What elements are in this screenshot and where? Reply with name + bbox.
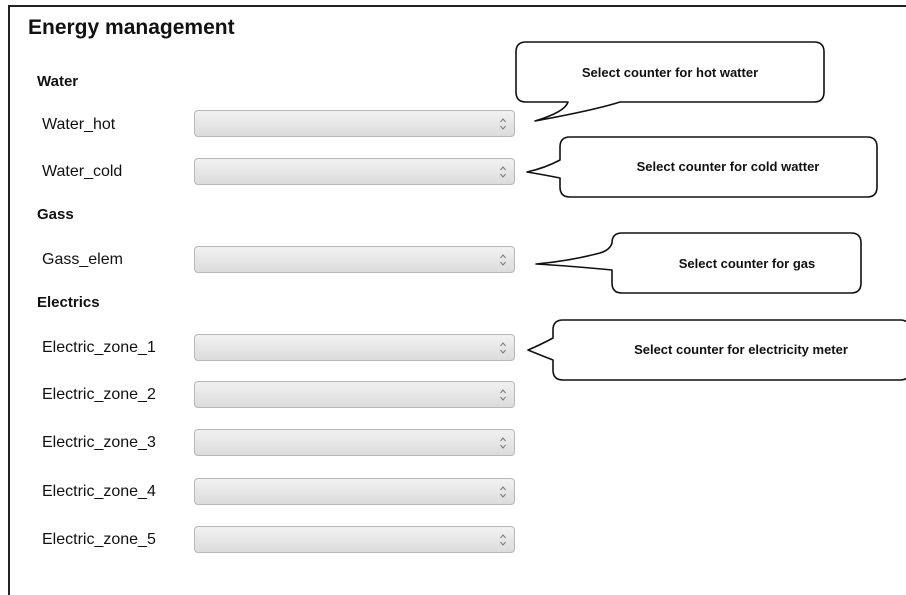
callout-electricity-text: Select counter for electricity meter xyxy=(634,342,848,357)
callout-hot-water: Select counter for hot watter xyxy=(515,41,825,122)
callout-cold-water-text: Select counter for cold watter xyxy=(637,159,820,174)
callout-electricity: Select counter for electricity meter xyxy=(527,319,906,381)
callout-hot-water-text: Select counter for hot watter xyxy=(582,65,758,80)
callout-gas: Select counter for gas xyxy=(535,232,862,294)
callout-bubble-shape xyxy=(515,41,825,122)
callout-gas-text: Select counter for gas xyxy=(679,256,816,271)
callout-cold-water: Select counter for cold watter xyxy=(526,136,878,198)
callout-layer: Select counter for hot watter Select cou… xyxy=(515,41,906,381)
